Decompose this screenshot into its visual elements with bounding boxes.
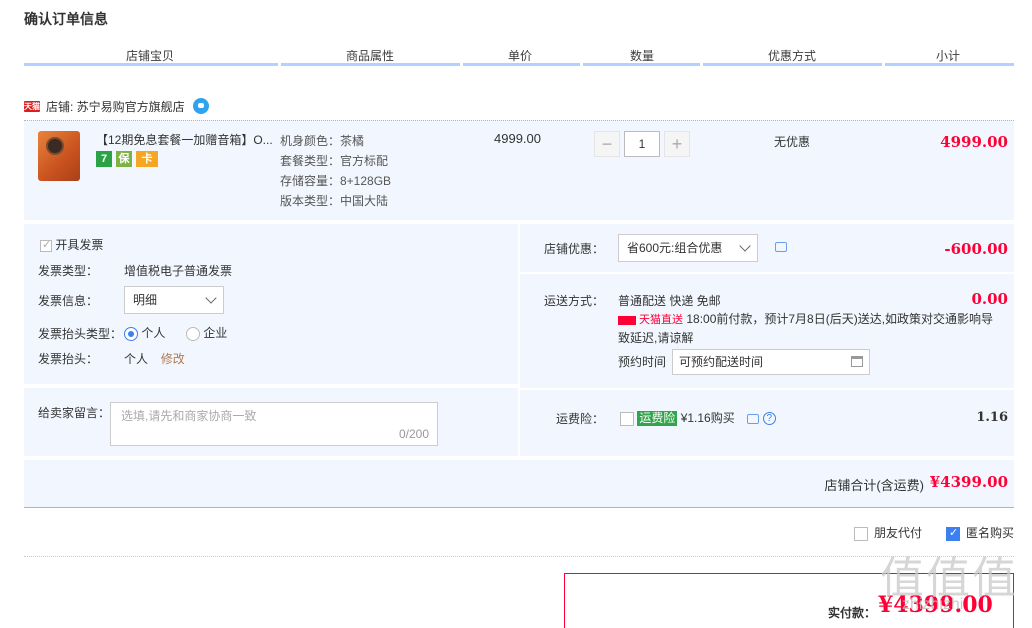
col-divider [700, 63, 703, 66]
qty-input[interactable]: 1 [624, 131, 660, 157]
message-placeholder: 选填,请先和商家协商一致 [121, 409, 257, 423]
invoice-info-selected: 明细 [133, 293, 158, 307]
insurance-price: ¥1.16购买 [680, 411, 735, 425]
tmall-badge: 天猫 [24, 100, 40, 112]
store-discount-selected: 省600元:组合优惠 [627, 241, 723, 255]
invoice-open-checkbox[interactable] [40, 238, 52, 252]
insurance-info-icon[interactable] [747, 413, 760, 424]
col-subtotal: 小计 [936, 49, 961, 63]
order-item-row: 【12期免息套餐一加赠音箱】O... 7 保 卡 机身颜色：茶橘 套餐类型：官方… [24, 120, 1014, 220]
divider [24, 556, 1014, 557]
payment-options: 朋友代付 匿名购买 [853, 524, 1014, 541]
message-textarea[interactable]: 选填,请先和商家协商一致 0/200 [110, 402, 438, 446]
invoice-info-label: 发票信息： [38, 294, 99, 308]
radio-company[interactable] [186, 326, 201, 341]
shop-row: 天猫 店铺: 苏宁易购官方旗舰店 [24, 96, 209, 116]
shop-total-value: ¥4399.00 [929, 473, 1008, 491]
insurance-amount: 1.16 [976, 410, 1008, 425]
qty-increase-button[interactable]: + [664, 131, 690, 157]
insurance-row: 运费险 ¥1.16购买 ? [620, 409, 776, 426]
message-counter: 0/200 [398, 427, 429, 441]
attr-version: 版本类型：中国大陆 [280, 194, 389, 208]
discount-info-icon[interactable] [775, 242, 787, 252]
invoice-type-value: 增值税电子普通发票 [124, 264, 233, 278]
item-subtotal: 4999.00 [940, 133, 1008, 151]
divider [520, 388, 1014, 390]
invoice-info-select[interactable]: 明细 [124, 286, 224, 314]
shop-total-row: 店铺合计(含运费) ¥4399.00 [24, 460, 1014, 508]
insurance-tag: 运费险 [637, 411, 678, 426]
order-options-panel: 店铺优惠： 省600元:组合优惠 -600.00 运送方式： 普通配送 快递 免… [520, 224, 1014, 456]
shipping-method: 普通配送 快递 免邮 [618, 294, 721, 308]
divider [520, 272, 1014, 274]
attr-package: 套餐类型：官方标配 [280, 154, 389, 168]
invoice-edit-link[interactable]: 修改 [161, 352, 185, 366]
watermark-sub: zhizhizhi [902, 596, 964, 613]
product-title-link[interactable]: 【12期免息套餐一加赠音箱】O... [96, 131, 276, 148]
shop-total-label: 店铺合计(含运费) [824, 478, 924, 493]
col-divider [580, 63, 583, 66]
credit-card-icon[interactable]: 卡 [136, 151, 158, 167]
radio-personal-label[interactable]: 个人 [141, 326, 165, 340]
invoice-header-value: 个人 [124, 352, 149, 366]
help-icon[interactable]: ? [762, 412, 776, 426]
invoice-panel: 开具发票 发票类型： 增值税电子普通发票 发票信息： 明细 发票抬头类型： 个人… [24, 224, 518, 384]
seven-day-return-icon[interactable]: 7 [96, 151, 112, 167]
col-divider [882, 63, 885, 66]
chevron-down-icon [739, 240, 751, 252]
page-title: 确认订单信息 [24, 11, 108, 27]
calendar-icon[interactable] [851, 356, 863, 367]
tmall-direct-tag: 天猫直送 [618, 311, 683, 329]
col-divider [460, 63, 463, 66]
store-discount-select[interactable]: 省600元:组合优惠 [618, 234, 758, 262]
message-label: 给卖家留言： [38, 406, 111, 420]
anonymous-checkbox[interactable] [945, 526, 960, 541]
message-panel: 给卖家留言： 选填,请先和商家协商一致 0/200 [24, 388, 518, 456]
quantity-stepper: − 1 + [594, 131, 690, 157]
wangwang-chat-icon[interactable] [192, 98, 209, 114]
reserve-time-input[interactable]: 可预约配送时间 [672, 349, 870, 375]
col-discount: 优惠方式 [768, 49, 817, 63]
service-icons: 7 保 卡 [96, 151, 158, 167]
invoice-header-type-label: 发票抬头类型： [38, 327, 123, 341]
radio-company-label[interactable]: 企业 [203, 326, 227, 340]
col-unit-price: 单价 [508, 49, 533, 63]
col-divider [278, 63, 281, 66]
attr-color: 机身颜色：茶橘 [280, 134, 365, 148]
store-discount-label: 店铺优惠： [544, 242, 605, 256]
attr-storage: 存储容量：8+128GB [280, 174, 392, 188]
product-attributes: 机身颜色：茶橘 套餐类型：官方标配 存储容量：8+128GB 版本类型：中国大陆 [280, 131, 391, 211]
store-discount-amount: -600.00 [944, 240, 1008, 258]
col-shop-item: 店铺宝贝 [126, 49, 175, 63]
qty-decrease-button[interactable]: − [594, 131, 620, 157]
radio-personal[interactable] [124, 326, 138, 341]
shop-name-link[interactable]: 店铺: 苏宁易购官方旗舰店 [46, 98, 185, 115]
invoice-header-value-row: 个人 修改 [124, 350, 185, 367]
insurance-label: 运费险： [556, 412, 605, 426]
friend-pay-checkbox[interactable] [853, 526, 868, 541]
invoice-open-row: 开具发票 [40, 236, 103, 253]
invoice-type-label: 发票类型： [38, 264, 99, 278]
reserve-time-label: 预约时间 [618, 355, 667, 369]
invoice-header-type-options: 个人 企业 [124, 324, 227, 341]
shipping-amount: 0.00 [971, 290, 1008, 308]
reserve-time-value: 可预约配送时间 [679, 355, 764, 369]
insurance-checkbox[interactable] [620, 411, 634, 426]
tmall-cart-icon [618, 315, 636, 325]
chevron-down-icon [205, 292, 217, 304]
unit-price: 4999.00 [494, 131, 541, 146]
invoice-open-label: 开具发票 [55, 238, 104, 252]
anonymous-option[interactable]: 匿名购买 [945, 524, 1014, 541]
shipping-label: 运送方式： [544, 294, 605, 308]
shipping-note-row: 天猫直送 18:00前付款，预计7月8日(后天)送达,如政策对交通影响导致延迟,… [618, 310, 1003, 347]
product-thumbnail[interactable] [38, 131, 80, 181]
friend-pay-option[interactable]: 朋友代付 [853, 524, 922, 541]
column-header: 店铺宝贝 商品属性 单价 数量 优惠方式 小计 [24, 44, 1014, 66]
col-qty: 数量 [630, 49, 655, 63]
invoice-header-label: 发票抬头： [38, 352, 99, 366]
guarantee-icon[interactable]: 保 [116, 151, 132, 167]
col-attrs: 商品属性 [346, 49, 395, 63]
pay-label: 实付款： [828, 606, 877, 620]
discount-method: 无优惠 [774, 135, 811, 149]
